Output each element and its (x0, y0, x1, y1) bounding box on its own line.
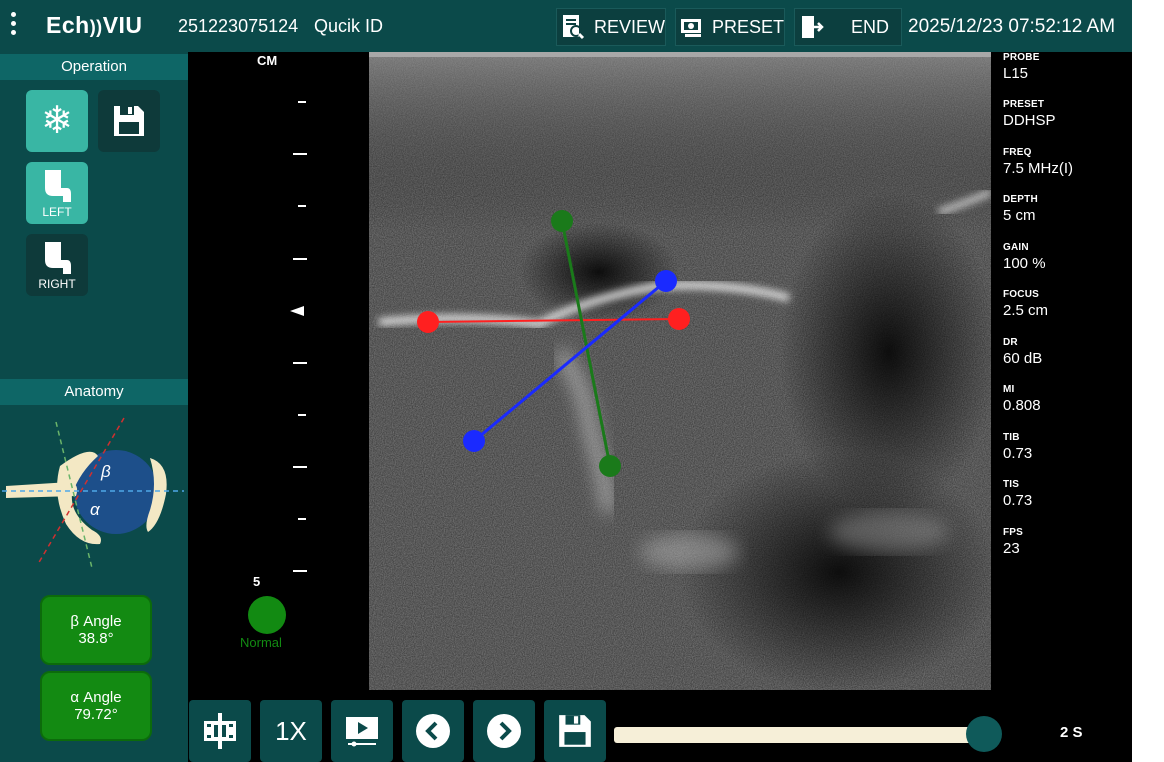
ruler-tick (293, 258, 307, 260)
preset-button[interactable]: PRESET (675, 8, 785, 46)
operation-header: Operation (0, 54, 188, 80)
chevron-left-icon (416, 714, 450, 748)
beta-angle-value: 38.8° (78, 630, 114, 647)
top-bar: Ech))VIU 251223075124 Qucik ID REVIEW PR… (0, 0, 1132, 52)
preset-icon (678, 12, 706, 42)
param-tib: TIB 0.73 (1003, 432, 1033, 462)
review-button[interactable]: REVIEW (556, 8, 666, 46)
ruler-tick (293, 153, 307, 155)
ruler-tick (293, 570, 307, 572)
freeze-button[interactable]: ❄ (26, 90, 88, 152)
param-fps: FPS 23 (1003, 527, 1024, 557)
left-leg-icon (45, 169, 71, 202)
left-panel: Operation ❄ LEFT RIGHT Anatomy β α β Ang… (0, 52, 188, 762)
param-focus: FOCUS 2.5 cm (1003, 289, 1049, 319)
param-mi: MI 0.808 (1003, 384, 1041, 414)
ultrasound-image (369, 52, 991, 690)
cine-slider-handle[interactable] (966, 716, 1002, 752)
save-icon (114, 106, 144, 136)
ruler-tick (298, 101, 306, 103)
next-frame-button[interactable] (473, 700, 535, 762)
focus-marker-icon (290, 306, 304, 316)
ultrasound-app: Ech))VIU 251223075124 Qucik ID REVIEW PR… (0, 0, 1132, 762)
param-tis: TIS 0.73 (1003, 479, 1033, 509)
quick-id-button[interactable]: Qucik ID (314, 16, 383, 37)
ruler-unit: CM (257, 53, 278, 68)
cine-slider-track[interactable] (614, 727, 986, 743)
ruler-tick (293, 362, 307, 364)
ruler-tick (298, 414, 306, 416)
review-document-icon (559, 12, 588, 42)
save-cine-button[interactable] (544, 700, 606, 762)
chevron-right-icon (487, 714, 521, 748)
exit-door-icon (797, 12, 827, 42)
cine-length-label: 2 S (1060, 724, 1083, 741)
param-freq: FREQ 7.5 MHz(I) (1003, 147, 1074, 177)
beta-angle-label: β Angle (70, 613, 122, 630)
ruler-tick (298, 518, 306, 520)
patient-id: 251223075124 (178, 16, 299, 36)
menu-kebab-icon[interactable] (8, 12, 18, 40)
play-button[interactable] (331, 700, 393, 762)
playback-speed-button[interactable]: 1X (260, 700, 322, 762)
param-preset: PRESET DDHSP (1003, 99, 1056, 129)
right-hip-button[interactable]: RIGHT (26, 234, 88, 296)
alpha-angle-label: α Angle (70, 689, 122, 706)
left-label: LEFT (42, 204, 72, 219)
review-label: REVIEW (593, 16, 665, 37)
save-icon (559, 715, 591, 747)
status-indicator (248, 596, 286, 634)
datetime: 2025/12/23 07:52:12 AM (908, 16, 1116, 37)
beta-angle-card: β Angle 38.8° (40, 595, 152, 665)
left-hip-button[interactable]: LEFT (26, 162, 88, 224)
hip-anatomy-diagram (2, 417, 184, 569)
status-label: Normal (240, 635, 282, 650)
snowflake-icon: ❄ (41, 100, 73, 142)
param-probe: PROBE L15 (1003, 52, 1040, 82)
alpha-angle-value: 79.72° (74, 706, 118, 723)
end-button[interactable]: END (794, 8, 902, 46)
app-logo: Ech))VIU (46, 12, 143, 38)
preset-label: PRESET (711, 16, 784, 37)
beta-symbol: β (101, 462, 111, 481)
param-gain: GAIN 100 % (1003, 242, 1046, 272)
previous-frame-button[interactable] (402, 700, 464, 762)
end-label: END (851, 16, 890, 37)
signal-icon: )) (89, 17, 103, 37)
right-label: RIGHT (38, 276, 76, 291)
save-image-button[interactable] (98, 90, 160, 152)
alpha-angle-card: α Angle 79.72° (40, 671, 152, 741)
alpha-symbol: α (90, 500, 100, 519)
film-strip-icon (204, 713, 236, 749)
param-depth: DEPTH 5 cm (1003, 194, 1038, 224)
play-icon (346, 717, 378, 747)
anatomy-header: Anatomy (0, 379, 188, 405)
ruler-tick (298, 205, 306, 207)
ruler-max-depth: 5 (253, 574, 261, 589)
param-dr: DR 60 dB (1003, 337, 1043, 367)
cine-segment-button[interactable] (189, 700, 251, 762)
ruler-tick (293, 466, 307, 468)
right-leg-icon (45, 241, 71, 274)
